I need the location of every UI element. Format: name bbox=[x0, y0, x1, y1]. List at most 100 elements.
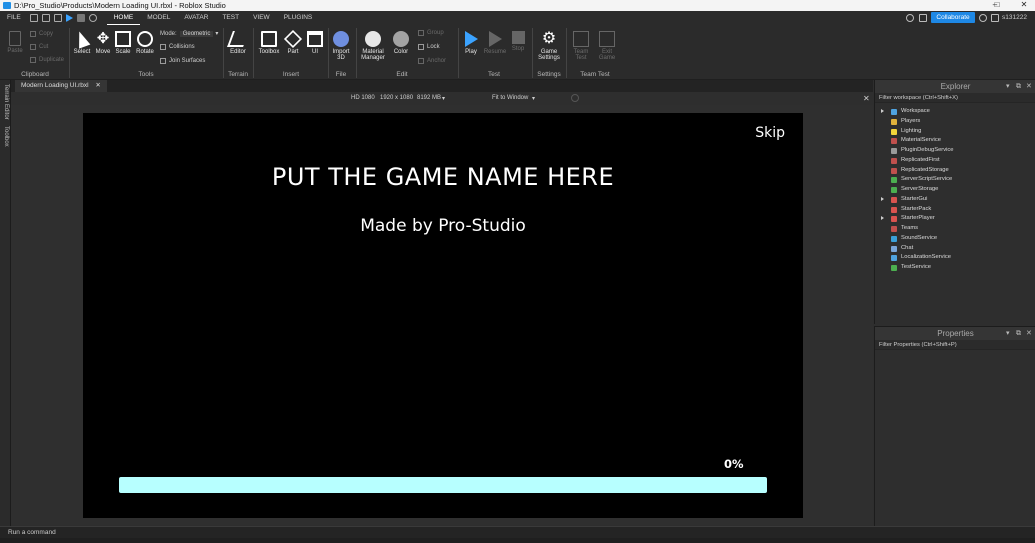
resume-button[interactable]: Resume bbox=[483, 31, 507, 55]
collaborate-button[interactable]: Collaborate bbox=[931, 12, 975, 23]
terrain-group-label: Terrain bbox=[228, 71, 248, 78]
duplicate-button[interactable]: Duplicate bbox=[30, 57, 64, 63]
lock-icon bbox=[418, 44, 424, 50]
quick-stop-icon[interactable] bbox=[76, 14, 85, 22]
fit-selector[interactable]: Fit to Window bbox=[492, 95, 528, 101]
explorer-item[interactable]: Chat bbox=[875, 244, 1035, 254]
quick-play-icon[interactable] bbox=[65, 14, 73, 22]
undock-icon[interactable]: ⧉ bbox=[1016, 80, 1021, 93]
explorer-item[interactable]: Workspace bbox=[875, 107, 1035, 117]
lock-button[interactable]: Lock bbox=[418, 44, 440, 50]
user-name[interactable]: s131222 bbox=[1002, 11, 1027, 25]
explorer-item[interactable]: ReplicatedFirst bbox=[875, 156, 1035, 166]
resolution-label[interactable]: HD 1080 bbox=[351, 95, 375, 101]
close-panel-icon[interactable]: ✕ bbox=[1026, 80, 1032, 93]
material-sphere-icon bbox=[365, 31, 381, 47]
notification-icon[interactable] bbox=[906, 14, 914, 22]
expand-arrow-icon[interactable] bbox=[881, 109, 884, 113]
collisions-checkbox[interactable] bbox=[160, 44, 166, 50]
maximize-button[interactable]: □ bbox=[986, 0, 1008, 11]
close-window-button[interactable]: ✕ bbox=[1013, 0, 1035, 11]
explorer-item[interactable]: TestService bbox=[875, 263, 1035, 273]
join-surfaces-toggle[interactable]: Join Surfaces bbox=[160, 58, 205, 64]
ui-button[interactable]: UI bbox=[306, 31, 324, 55]
game-settings-button[interactable]: ⚙ Game Settings bbox=[536, 31, 562, 62]
terrain-editor-button[interactable]: Editor bbox=[227, 31, 249, 55]
share-icon[interactable] bbox=[991, 14, 999, 22]
explorer-item[interactable]: ServerScriptService bbox=[875, 175, 1035, 185]
new-file-icon[interactable] bbox=[29, 14, 38, 22]
terrain-editor-dock-tab[interactable]: Terrain Editor bbox=[3, 84, 9, 120]
collisions-toggle[interactable]: Collisions bbox=[160, 44, 195, 50]
file-menu[interactable]: FILE bbox=[0, 11, 28, 25]
close-tab-icon[interactable]: ✕ bbox=[95, 82, 100, 89]
team-test-button[interactable]: Team Test bbox=[570, 31, 592, 61]
tab-plugins[interactable]: PLUGINS bbox=[277, 11, 320, 25]
chevron-down-icon[interactable]: ▾ bbox=[1006, 327, 1010, 340]
rotate-device-icon[interactable] bbox=[571, 94, 579, 102]
open-file-icon[interactable] bbox=[41, 14, 50, 22]
tab-view[interactable]: VIEW bbox=[246, 11, 277, 25]
explorer-item[interactable]: StarterGui bbox=[875, 195, 1035, 205]
cut-button[interactable]: Cut bbox=[30, 44, 48, 50]
customize-icon[interactable] bbox=[101, 14, 105, 22]
explorer-filter-input[interactable]: Filter workspace (Ctrl+Shift+X) bbox=[875, 93, 1035, 103]
team-create-icon[interactable] bbox=[919, 14, 927, 22]
document-tab[interactable]: Modern Loading UI.rbxl ✕ bbox=[15, 80, 107, 92]
undock-icon[interactable]: ⧉ bbox=[1016, 327, 1021, 340]
toolbox-dock-tab[interactable]: Toolbox bbox=[3, 126, 9, 147]
group-icon bbox=[418, 30, 424, 36]
explorer-item[interactable]: Lighting bbox=[875, 127, 1035, 137]
skip-button[interactable]: Skip bbox=[755, 125, 785, 141]
group-button[interactable]: Group bbox=[418, 30, 444, 36]
part-button[interactable]: Part bbox=[283, 29, 303, 55]
explorer-item[interactable]: LocalizationService bbox=[875, 253, 1035, 263]
explorer-item-label: SoundService bbox=[901, 234, 938, 241]
help-icon[interactable] bbox=[979, 14, 987, 22]
stop-button[interactable]: Stop bbox=[508, 31, 528, 52]
tab-test[interactable]: TEST bbox=[215, 11, 246, 25]
properties-filter-input[interactable]: Filter Properties (Ctrl+Shift+P) bbox=[875, 340, 1035, 350]
expand-arrow-icon[interactable] bbox=[881, 196, 884, 201]
play-button[interactable]: Play bbox=[461, 31, 481, 55]
explorer-item[interactable]: SoundService bbox=[875, 234, 1035, 244]
expand-arrow-icon[interactable] bbox=[881, 216, 884, 221]
scale-tool-button[interactable]: Scale bbox=[113, 31, 133, 55]
anchor-button[interactable]: Anchor bbox=[418, 58, 446, 64]
explorer-item[interactable]: Teams bbox=[875, 224, 1035, 234]
chevron-down-icon[interactable]: ▾ bbox=[442, 95, 445, 102]
explorer-item[interactable]: MaterialService bbox=[875, 136, 1035, 146]
move-tool-button[interactable]: ✥ Move bbox=[93, 31, 113, 56]
import-3d-button[interactable]: Import 3D bbox=[330, 31, 352, 61]
command-bar[interactable]: Run a command bbox=[0, 526, 1035, 538]
paste-button[interactable]: Paste bbox=[4, 31, 26, 54]
explorer-item[interactable]: Players bbox=[875, 117, 1035, 127]
chevron-down-icon[interactable]: ▾ bbox=[532, 95, 535, 102]
tab-home[interactable]: HOME bbox=[106, 11, 141, 25]
command-input[interactable]: Run a command bbox=[8, 529, 56, 536]
toolbox-button[interactable]: Toolbox bbox=[256, 31, 282, 55]
chevron-down-icon[interactable]: ▾ bbox=[1006, 80, 1010, 93]
color-button[interactable]: Color bbox=[391, 31, 411, 55]
tab-avatar[interactable]: AVATAR bbox=[177, 11, 215, 25]
select-tool-button[interactable]: Select bbox=[72, 29, 92, 55]
toolbox-icon bbox=[261, 31, 277, 47]
copy-button[interactable]: Copy bbox=[30, 31, 53, 37]
exit-game-button[interactable]: Exit Game bbox=[596, 31, 618, 61]
mode-dropdown[interactable]: Geometric bbox=[179, 30, 214, 37]
save-icon[interactable] bbox=[53, 14, 62, 22]
close-emulator-icon[interactable]: ✕ bbox=[863, 94, 870, 103]
tab-model[interactable]: MODEL bbox=[140, 11, 177, 25]
explorer-item[interactable]: ReplicatedStorage bbox=[875, 166, 1035, 176]
undo-icon[interactable] bbox=[88, 14, 97, 22]
join-surfaces-checkbox[interactable] bbox=[160, 58, 166, 64]
explorer-item[interactable]: PluginDebugService bbox=[875, 146, 1035, 156]
rotate-tool-button[interactable]: Rotate bbox=[134, 31, 156, 55]
mode-selector[interactable]: Mode: Geometric ▾ bbox=[160, 30, 218, 37]
explorer-item[interactable]: ServerStorage bbox=[875, 185, 1035, 195]
explorer-item[interactable]: StarterPack bbox=[875, 205, 1035, 215]
service-icon bbox=[891, 157, 897, 164]
close-panel-icon[interactable]: ✕ bbox=[1026, 327, 1032, 340]
material-manager-button[interactable]: Material Manager bbox=[359, 31, 387, 61]
explorer-item[interactable]: StarterPlayer bbox=[875, 214, 1035, 224]
